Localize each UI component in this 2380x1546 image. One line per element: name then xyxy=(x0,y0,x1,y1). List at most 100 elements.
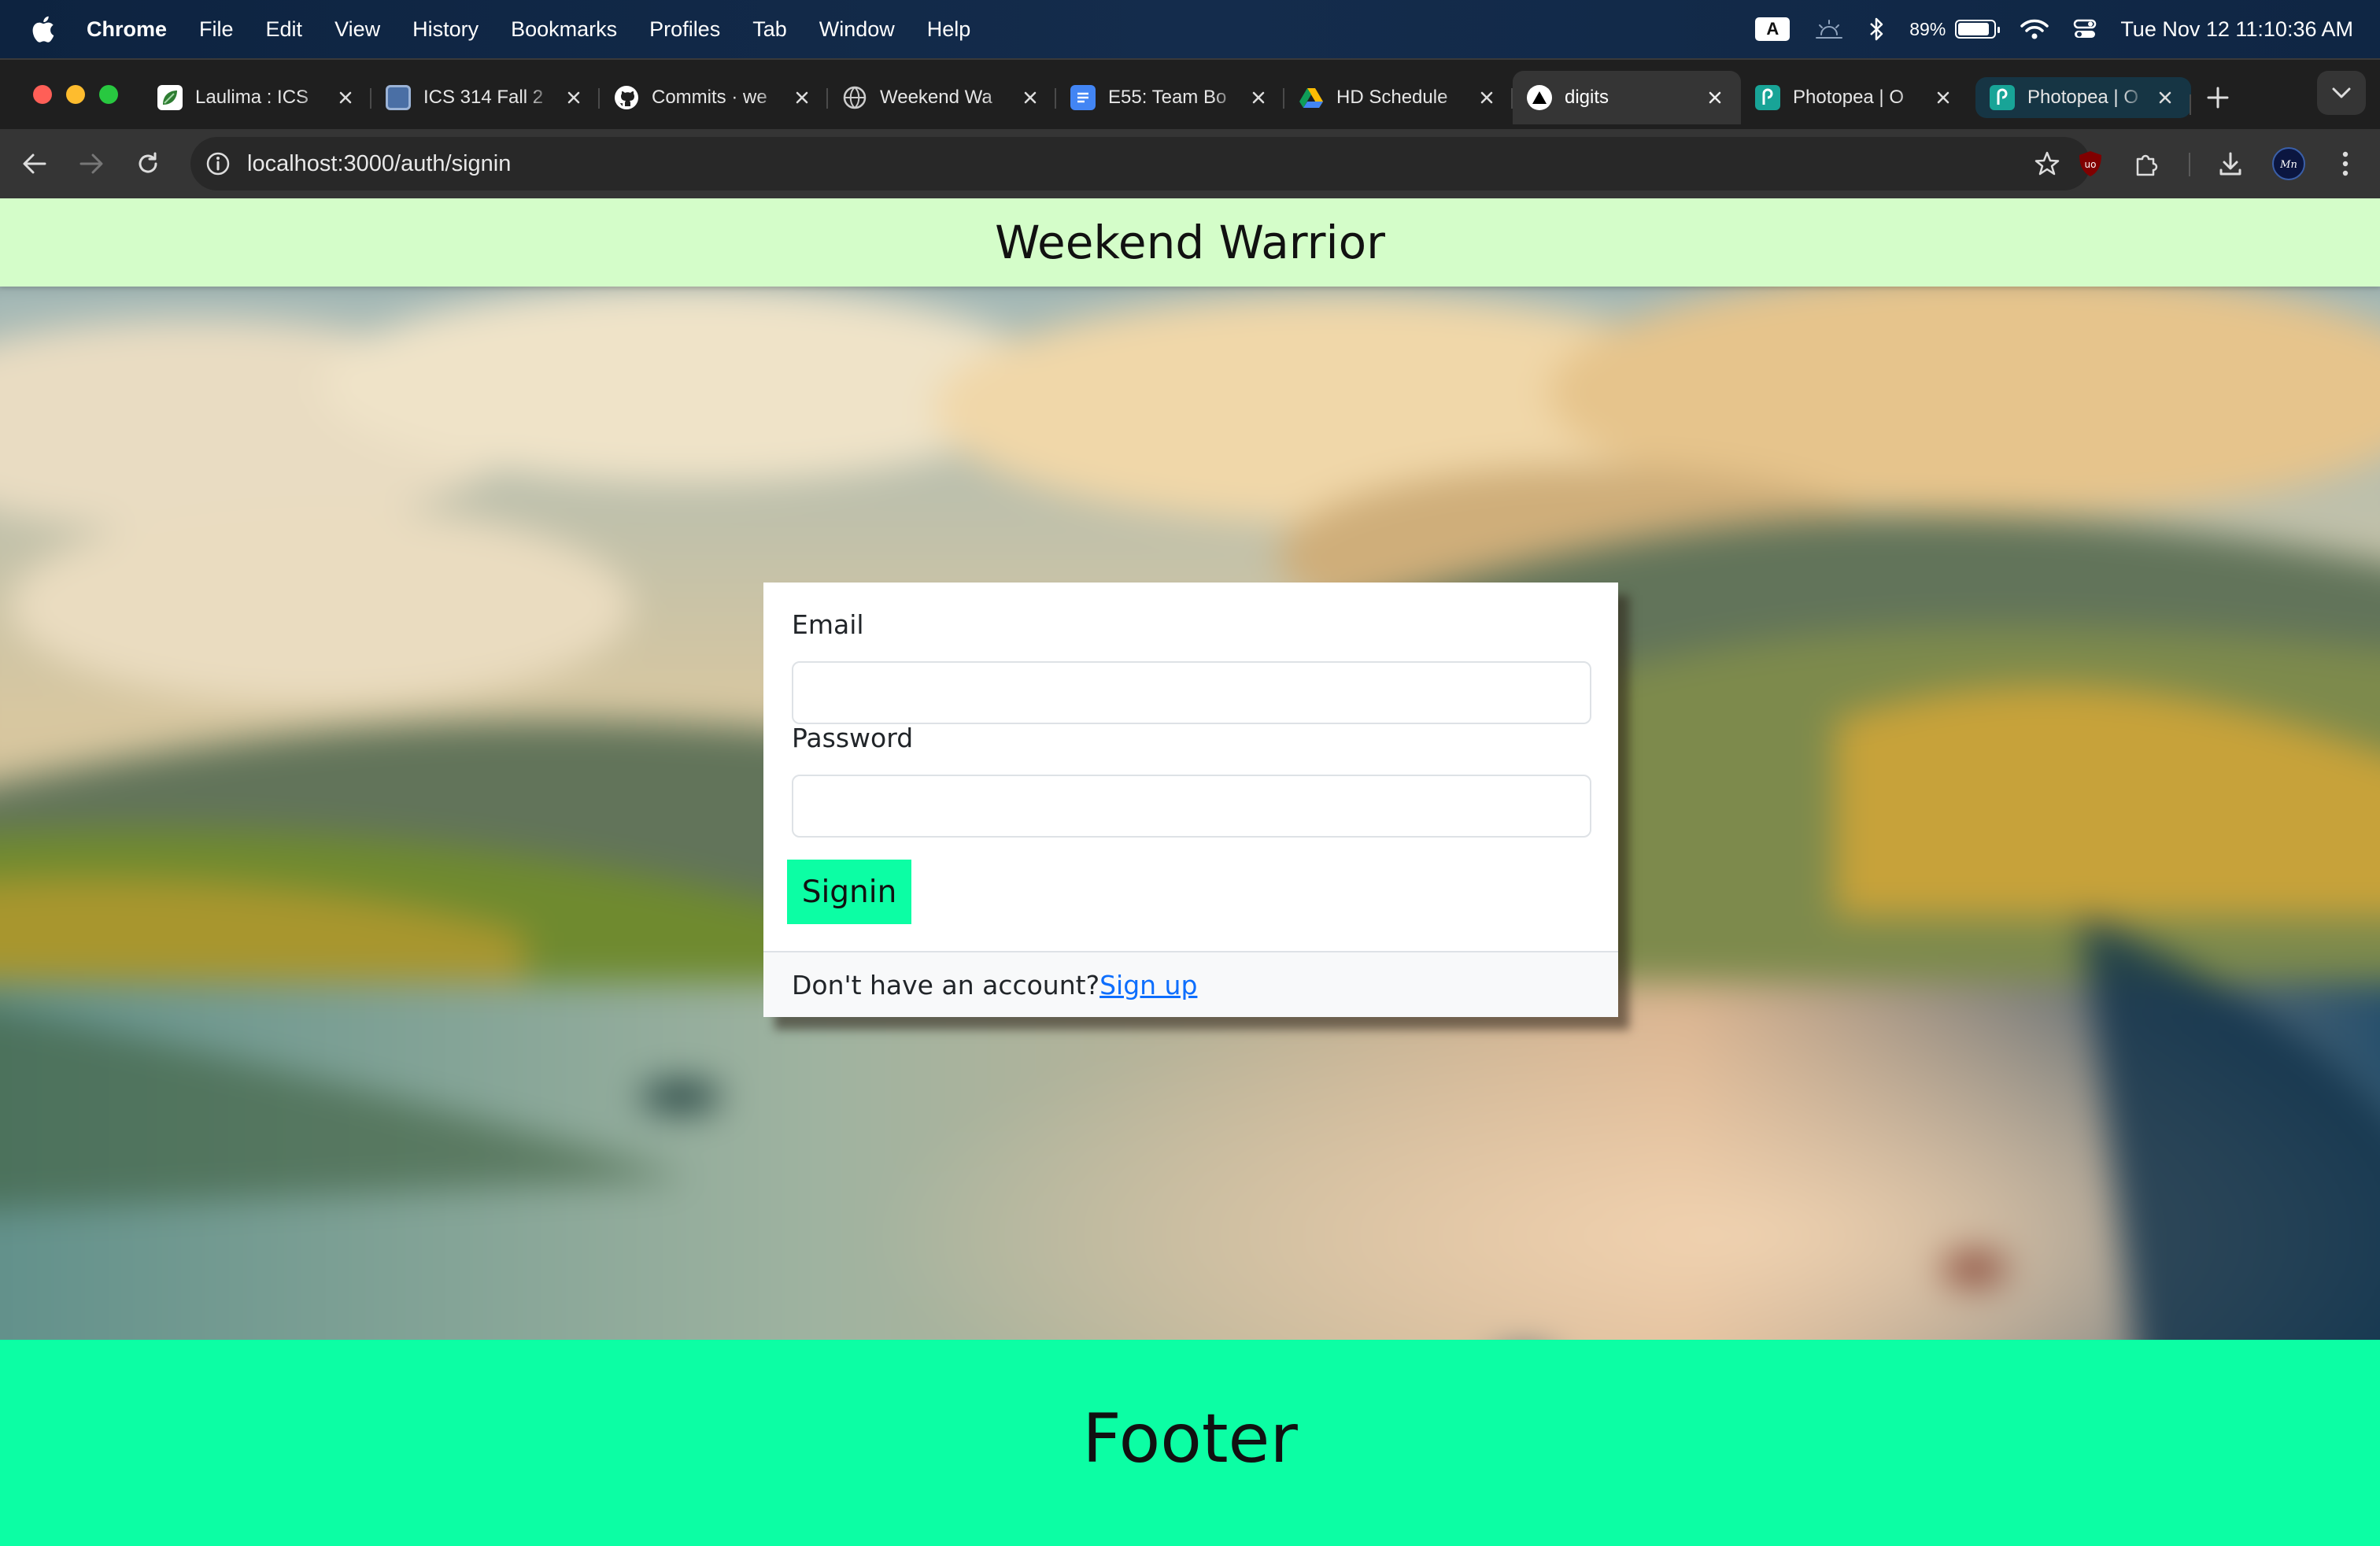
battery-level xyxy=(1958,23,1990,35)
close-tab-icon[interactable] xyxy=(334,86,357,109)
close-tab-icon[interactable] xyxy=(790,86,814,109)
photopea-icon xyxy=(1755,85,1780,110)
tab-laulima[interactable]: Laulima : ICS xyxy=(143,71,371,124)
download-icon xyxy=(2219,152,2241,176)
close-tab-icon[interactable] xyxy=(1703,86,1727,109)
tab-team-doc[interactable]: E55: Team Bo xyxy=(1056,71,1284,124)
menu-help[interactable]: Help xyxy=(927,17,971,42)
tab-github-commits[interactable]: Commits · we xyxy=(600,71,828,124)
arrow-left-icon xyxy=(23,153,46,174)
signup-link[interactable]: Sign up xyxy=(1099,970,1197,1000)
signin-card-footer: Don't have an account? Sign up xyxy=(763,951,1618,1017)
zoom-window-button[interactable] xyxy=(99,85,118,104)
tab-title: digits xyxy=(1565,87,1609,108)
menu-bookmarks[interactable]: Bookmarks xyxy=(511,17,617,42)
site-footer: Footer xyxy=(0,1340,2380,1546)
apple-icon[interactable] xyxy=(31,16,55,43)
extensions-button[interactable] xyxy=(2130,146,2164,181)
email-label: Email xyxy=(792,609,864,640)
bookmark-star-icon[interactable] xyxy=(2034,150,2060,177)
menu-app-chrome[interactable]: Chrome xyxy=(87,17,167,42)
close-tab-icon[interactable] xyxy=(1018,86,1042,109)
password-label: Password xyxy=(792,723,914,753)
site-info-icon[interactable] xyxy=(205,150,231,177)
menu-view[interactable]: View xyxy=(334,17,380,42)
menubar-clock[interactable]: Tue Nov 12 11:10:36 AM xyxy=(2120,17,2353,42)
close-tab-icon[interactable] xyxy=(1247,86,1270,109)
globe-icon xyxy=(842,85,867,110)
close-window-button[interactable] xyxy=(33,85,52,104)
tab-hd-schedule[interactable]: HD Schedule xyxy=(1284,71,1513,124)
bluetooth-icon[interactable] xyxy=(1868,17,1886,42)
menu-edit[interactable]: Edit xyxy=(266,17,303,42)
tab-weekend-warrior[interactable]: Weekend Wa xyxy=(828,71,1056,124)
downloads-button[interactable] xyxy=(2213,146,2248,181)
address-bar[interactable]: localhost:3000/auth/signin xyxy=(190,137,2090,190)
tab-list: Laulima : ICS ICS 314 Fall 2 Commits · w… xyxy=(143,71,2191,124)
signin-button[interactable]: Signin xyxy=(787,860,911,924)
back-button[interactable] xyxy=(17,146,52,181)
ics314-icon xyxy=(386,85,411,110)
signin-card: Email Password Signin Don't have an acco… xyxy=(763,583,1618,1017)
tab-search-button[interactable] xyxy=(2317,71,2366,115)
site-brand[interactable]: Weekend Warrior xyxy=(995,216,1385,269)
battery-icon xyxy=(1955,20,2001,39)
web-page: Weekend Warrior Email Password Signin Do… xyxy=(0,198,2380,1546)
tab-title: Photopea | O xyxy=(2027,87,2138,108)
photopea-icon xyxy=(1990,85,2015,110)
profile-button[interactable]: Mn xyxy=(2271,146,2306,181)
tab-title: Photopea | O xyxy=(1793,87,1904,108)
footer-text: Footer xyxy=(1082,1400,1298,1478)
tab-ics314[interactable]: ICS 314 Fall 2 xyxy=(371,71,600,124)
close-tab-icon[interactable] xyxy=(1475,86,1499,109)
tab-title: Weekend Wa xyxy=(880,87,992,108)
brightness-icon[interactable] xyxy=(1813,17,1845,41)
laulima-icon xyxy=(157,85,183,110)
minimize-window-button[interactable] xyxy=(66,85,85,104)
close-tab-icon[interactable] xyxy=(562,86,586,109)
chrome-menu-button[interactable] xyxy=(2328,146,2363,181)
close-tab-icon[interactable] xyxy=(2153,86,2177,109)
email-field[interactable] xyxy=(792,661,1591,724)
google-drive-icon xyxy=(1299,85,1324,110)
tab-title: Commits · we xyxy=(652,87,767,108)
forward-button[interactable] xyxy=(74,146,109,181)
reload-icon xyxy=(139,152,157,173)
battery-indicator[interactable]: 89% xyxy=(1909,18,2001,40)
menu-file[interactable]: File xyxy=(199,17,234,42)
github-icon xyxy=(614,85,639,110)
new-tab-icon[interactable] xyxy=(2202,82,2234,113)
signup-prompt: Don't have an account? xyxy=(792,969,1100,1000)
tab-photopea-1[interactable]: Photopea | O xyxy=(1741,71,1969,124)
ublock-icon: uo xyxy=(2079,151,2101,176)
svg-text:Mn: Mn xyxy=(2279,159,2297,171)
menu-history[interactable]: History xyxy=(412,17,479,42)
password-field[interactable] xyxy=(792,775,1591,838)
tab-title: E55: Team Bo xyxy=(1108,87,1227,108)
control-center-icon[interactable] xyxy=(2073,17,2097,41)
tab-digits[interactable]: digits xyxy=(1513,71,1741,124)
ublock-extension-button[interactable]: uo xyxy=(2073,146,2108,181)
avatar: Mn xyxy=(2272,147,2305,180)
chrome-tab-strip: Laulima : ICS ICS 314 Fall 2 Commits · w… xyxy=(0,58,2380,129)
menu-tab[interactable]: Tab xyxy=(752,17,787,42)
input-source-icon[interactable]: A xyxy=(1755,17,1791,41)
tab-title: Laulima : ICS xyxy=(195,87,309,108)
chevron-down-icon xyxy=(2332,87,2351,98)
svg-text:uo: uo xyxy=(2085,159,2097,170)
tab-photopea-2[interactable]: Photopea | O xyxy=(1975,77,2191,118)
status-area: A 89% Tue Nov 12 11:10:36 AM xyxy=(1755,0,2353,58)
reload-button[interactable] xyxy=(131,146,165,181)
menu-profiles[interactable]: Profiles xyxy=(649,17,720,42)
macos-menu-bar: Chrome File Edit View History Bookmarks … xyxy=(0,0,2380,58)
window-controls xyxy=(33,85,118,104)
arrow-right-icon xyxy=(79,153,103,174)
more-vert-icon xyxy=(2342,151,2349,176)
menu-window[interactable]: Window xyxy=(819,17,895,42)
puzzle-icon xyxy=(2136,154,2158,176)
battery-percent: 89% xyxy=(1909,18,1946,39)
close-tab-icon[interactable] xyxy=(1931,86,1955,109)
toolbar-divider xyxy=(2189,153,2190,176)
tab-title: ICS 314 Fall 2 xyxy=(423,87,544,108)
wifi-icon[interactable] xyxy=(2020,17,2049,41)
